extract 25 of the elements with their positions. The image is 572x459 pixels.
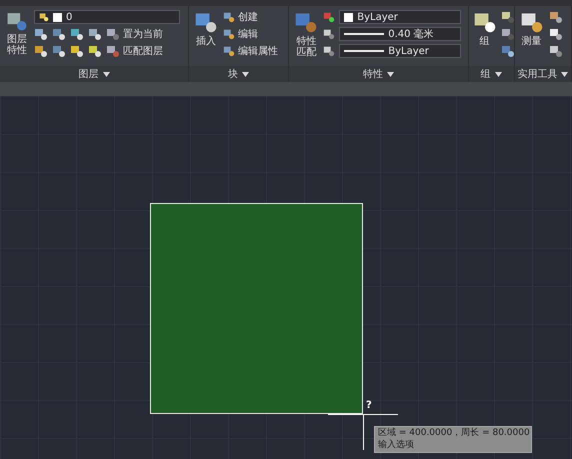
layer-dropdown[interactable]: 0 (34, 10, 180, 24)
dropdown-arrow-icon[interactable] (494, 72, 502, 76)
panel-title[interactable]: 块 (228, 67, 238, 81)
measure-button[interactable]: 测量 (518, 10, 545, 66)
dropdown-arrow-icon[interactable] (561, 72, 568, 76)
tooltip-text: 输入选项 (378, 440, 415, 452)
panel-title[interactable]: 图层 (78, 67, 99, 81)
dropdown-arrow-icon[interactable] (242, 72, 250, 76)
block-tool-button[interactable]: 创建 (223, 10, 278, 24)
block-tool-button[interactable]: 编辑 (223, 27, 278, 41)
property-dropdown[interactable]: ByLayer (339, 44, 462, 58)
dropdown-arrow-icon[interactable] (102, 72, 110, 76)
match-properties-button[interactable]: 特性匹配 (293, 10, 320, 66)
cursor-label: ? (366, 400, 372, 411)
panel-title[interactable]: 特性 (362, 67, 383, 81)
tooltip-text: 区域 = 400.0000，周长 = 80.0000 (378, 428, 528, 440)
property-dropdown[interactable]: ByLayer (339, 10, 462, 24)
layer-properties-button[interactable]: 图层特性 (4, 10, 30, 66)
insert-button[interactable]: 插入 (193, 10, 220, 66)
block-tool-button[interactable]: 编辑属性 (223, 44, 278, 58)
dropdown-arrow-icon[interactable] (386, 72, 394, 76)
property-dropdown[interactable]: 0.40 毫米 (339, 27, 462, 41)
set-current-button[interactable]: 置为当前 (106, 27, 163, 41)
match-layer-button[interactable]: 匹配图层 (106, 44, 163, 58)
group-button[interactable]: 组 (472, 10, 497, 66)
